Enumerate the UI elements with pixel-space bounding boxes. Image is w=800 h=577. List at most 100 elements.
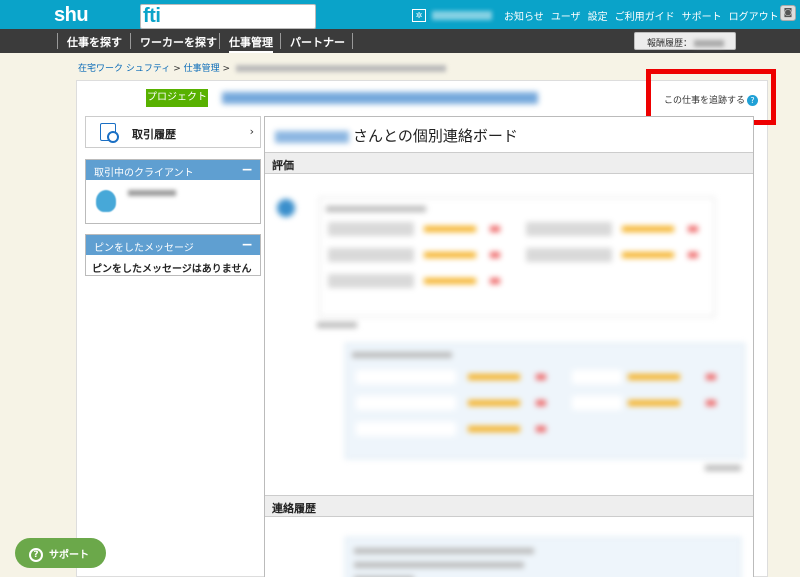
cup-icon[interactable]: ◙ (780, 5, 796, 21)
breadcrumb-sep: > (222, 64, 231, 74)
nav-divider (57, 33, 58, 49)
blur-stars (622, 226, 674, 232)
nav-job-management[interactable]: 仕事管理 (229, 34, 273, 53)
reward-label: 報酬履歴： (647, 39, 693, 49)
pinned-heading[interactable]: ピンをしたメッセージ − (86, 235, 260, 255)
main-nav: 仕事を探す ワーカーを探す 仕事管理 パートナー 報酬履歴： (0, 29, 800, 53)
transaction-history-button[interactable]: 取引履歴 › (85, 116, 261, 148)
client-avatar (96, 190, 116, 212)
clients-heading[interactable]: 取引中のクライアント − (86, 160, 260, 180)
blur-mark (688, 252, 698, 258)
project-title-blurred[interactable] (222, 92, 538, 104)
header-link-guide[interactable]: ご利用ガイド (615, 8, 675, 23)
blur-stars (622, 252, 674, 258)
support-label: サポート (49, 550, 89, 561)
nav-find-workers[interactable]: ワーカーを探す (140, 34, 217, 50)
blur-line (354, 548, 534, 554)
breadcrumb-current-blurred (235, 65, 446, 72)
blur-mark (688, 226, 698, 232)
header-link-settings[interactable]: 設定 (588, 8, 608, 23)
breadcrumb-sep: > (173, 64, 181, 74)
help-circle-icon: ? (29, 548, 43, 562)
top-header: shu fti ✲ お知らせ ユーザ 設定 ご利用ガイド サポート ログアウト ◙ (0, 0, 800, 29)
blur-stars (468, 426, 520, 432)
blur-mark (490, 252, 500, 258)
client-item[interactable] (86, 180, 260, 223)
blur-cell (526, 248, 612, 262)
blur-stars (424, 278, 476, 284)
reward-history-button[interactable]: 報酬履歴： (634, 32, 736, 50)
blur-cell (356, 396, 456, 410)
nav-find-jobs[interactable]: 仕事を探す (67, 34, 122, 50)
worker-name-blurred (275, 130, 349, 143)
blur-stars (424, 226, 476, 232)
logo-text: shu (54, 4, 89, 26)
project-badge: プロジェクト (146, 89, 208, 107)
nav-divider (280, 33, 281, 49)
collapse-icon[interactable]: − (241, 162, 253, 178)
blur-stars (628, 374, 680, 380)
header-links: ✲ お知らせ ユーザ 設定 ご利用ガイド サポート ログアウト (412, 8, 786, 23)
pinned-empty-text: ピンをしたメッセージはありません (92, 264, 252, 275)
blur-mark (490, 226, 500, 232)
board-title: さんとの個別連絡ボード (275, 125, 518, 146)
blur-mark (536, 374, 546, 380)
blur-mark (706, 400, 716, 406)
nav-divider (352, 33, 353, 49)
reward-value-blurred (694, 40, 725, 47)
blur-mark (536, 426, 546, 432)
blur-mark (490, 278, 500, 284)
user-icon[interactable]: ✲ (412, 9, 426, 22)
blur-cell (328, 248, 414, 262)
blur-date (317, 322, 357, 328)
collapse-icon[interactable]: − (241, 237, 253, 253)
blur-cell (526, 222, 612, 236)
support-button[interactable]: ? サポート (15, 538, 106, 568)
user-name-blurred (432, 11, 492, 20)
evaluation-heading: 評価 (265, 152, 753, 174)
nav-divider (219, 33, 220, 49)
blur-cell (356, 422, 456, 436)
evaluation-card-blurred (345, 343, 745, 459)
header-link-support[interactable]: サポート (682, 8, 722, 23)
contact-board: さんとの個別連絡ボード 評価 連絡履歴 (264, 116, 754, 577)
nav-divider (130, 33, 131, 49)
pinned-heading-label: ピンをしたメッセージ (94, 243, 194, 254)
blur-cell (572, 370, 622, 384)
blur-date (705, 465, 741, 471)
chevron-right-icon: › (249, 125, 254, 138)
evaluation-card-blurred (319, 197, 715, 317)
pinned-box: ピンをしたメッセージ − ピンをしたメッセージはありません (85, 234, 261, 276)
clients-box: 取引中のクライアント − (85, 159, 261, 224)
clients-heading-label: 取引中のクライアント (94, 168, 194, 179)
breadcrumb-home[interactable]: 在宅ワーク シュフティ (78, 64, 170, 74)
history-label: 取引履歴 (132, 128, 176, 141)
header-link-news[interactable]: お知らせ (504, 8, 544, 23)
nav-partner[interactable]: パートナー (290, 34, 345, 50)
blur-cell (328, 274, 414, 288)
blur-stars (628, 400, 680, 406)
logo-box: fti (140, 4, 316, 29)
blur-cell (328, 222, 414, 236)
blur-line (352, 352, 452, 358)
blur-mark (706, 374, 716, 380)
blur-stars (468, 374, 520, 380)
message-card-blurred (345, 537, 741, 577)
breadcrumb: 在宅ワーク シュフティ > 仕事管理 > (78, 61, 446, 74)
blur-cell (356, 370, 456, 384)
blur-stars (424, 252, 476, 258)
header-link-user[interactable]: ユーザ (551, 8, 581, 23)
blur-line (354, 562, 524, 568)
blur-stars (468, 400, 520, 406)
history-icon (100, 123, 119, 143)
board-title-text: さんとの個別連絡ボード (353, 127, 518, 145)
blur-line (326, 206, 426, 212)
shufti-logo[interactable]: shu fti (54, 4, 316, 29)
reviewer-avatar (277, 199, 295, 217)
blur-mark (536, 400, 546, 406)
client-name-blurred (128, 190, 176, 196)
breadcrumb-mgmt[interactable]: 仕事管理 (184, 64, 220, 74)
header-link-logout[interactable]: ログアウト (729, 8, 779, 23)
contact-history-heading: 連絡履歴 (265, 495, 753, 517)
blur-cell (572, 396, 622, 410)
